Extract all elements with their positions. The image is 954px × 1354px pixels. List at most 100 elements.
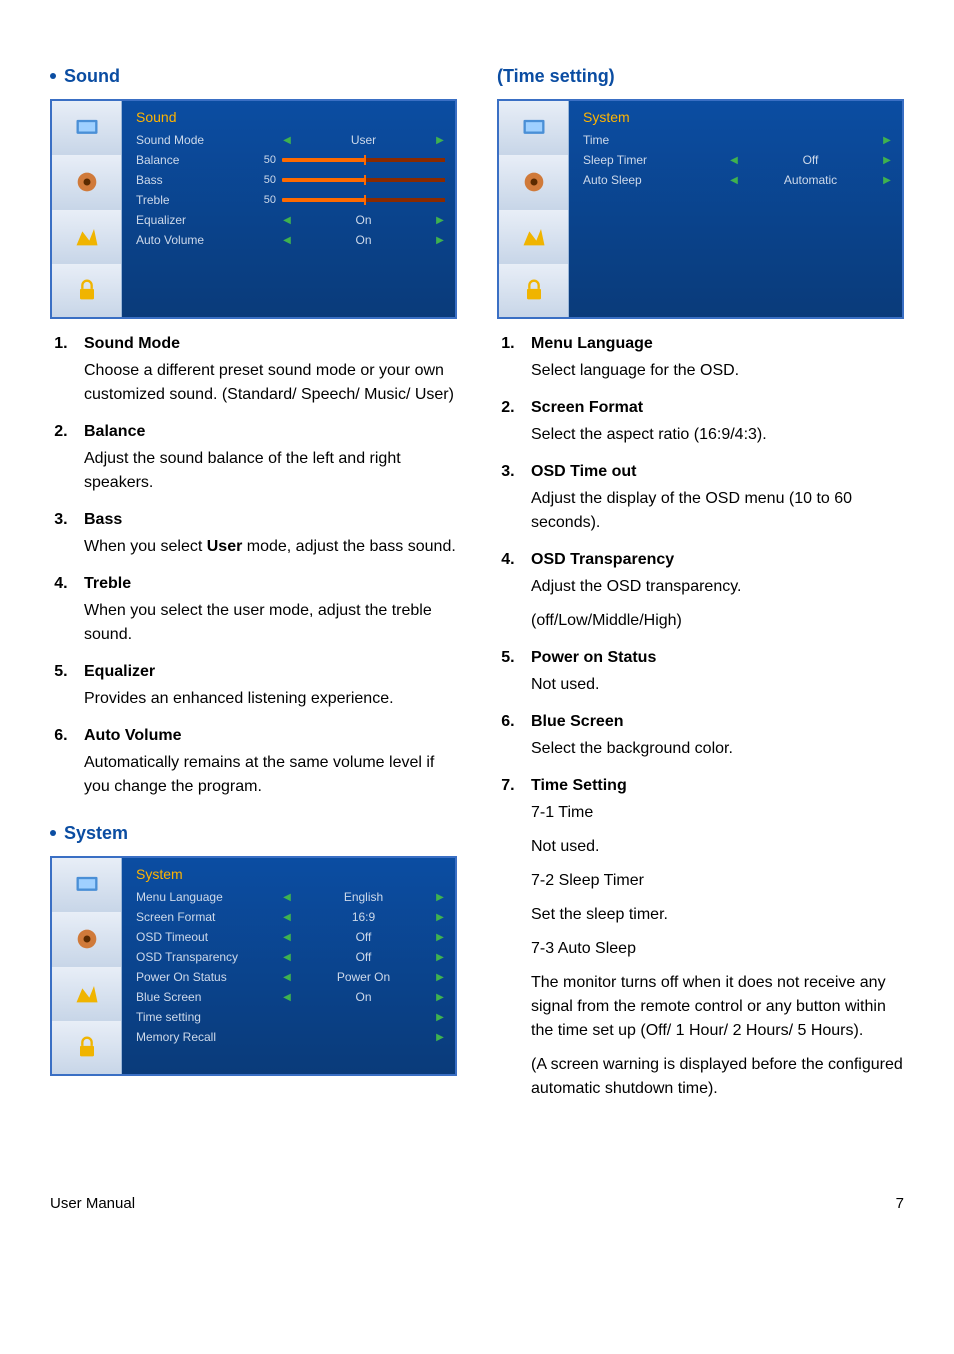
desc-item-heading: Bass bbox=[84, 511, 122, 528]
osd-slider-value: 50 bbox=[256, 154, 282, 166]
osd-system-panel: System Menu Language◀English▶Screen Form… bbox=[50, 856, 457, 1076]
osd-row: Screen Format◀16:9▶ bbox=[136, 908, 445, 926]
desc-item: Screen Format Select the aspect ratio (16… bbox=[519, 399, 904, 447]
osd-title: System bbox=[583, 109, 892, 125]
desc-item: EqualizerProvides an enhanced listening … bbox=[72, 663, 457, 711]
arrow-right-icon[interactable]: ▶ bbox=[435, 1012, 445, 1023]
subitem-label: 7-1 Time bbox=[531, 801, 904, 825]
arrow-right-icon[interactable]: ▶ bbox=[435, 215, 445, 226]
osd-row: Auto Volume ◀ On ▶ bbox=[136, 231, 445, 249]
desc-item-heading: Blue Screen bbox=[531, 713, 623, 730]
subitem-body: (A screen warning is displayed before th… bbox=[531, 1053, 904, 1101]
desc-item-body: 7-1 TimeNot used.7-2 Sleep TimerSet the … bbox=[531, 801, 904, 1101]
osd-row-value: On bbox=[298, 233, 429, 247]
desc-item: BassWhen you select User mode, adjust th… bbox=[72, 511, 457, 559]
osd-rows: Menu Language◀English▶Screen Format◀16:9… bbox=[136, 888, 445, 1046]
desc-item-heading: Auto Volume bbox=[84, 727, 181, 744]
arrow-right-icon[interactable]: ▶ bbox=[882, 135, 892, 146]
desc-item: OSD TransparencyAdjust the OSD transpare… bbox=[519, 551, 904, 633]
arrow-left-icon[interactable]: ◀ bbox=[282, 215, 292, 226]
osd-sound-panel: Sound Sound Mode◀User▶Balance50Bass50Tre… bbox=[50, 99, 457, 319]
osd-row-label: Time setting bbox=[136, 1010, 256, 1024]
osd-row-value: English bbox=[298, 890, 429, 904]
sound-description-list: Sound ModeChoose a different preset soun… bbox=[50, 335, 457, 799]
desc-item-body: Adjust the OSD transparency.(off/Low/Mid… bbox=[531, 575, 904, 633]
desc-item-heading: Treble bbox=[84, 575, 131, 592]
osd-slider-track[interactable] bbox=[282, 178, 445, 182]
osd-category-icons bbox=[52, 101, 122, 317]
sound-category-icon bbox=[499, 155, 568, 209]
desc-item-heading: Balance bbox=[84, 423, 145, 440]
osd-row-value: Automatic bbox=[745, 173, 876, 187]
sound-category-icon bbox=[52, 155, 121, 209]
arrow-left-icon[interactable]: ◀ bbox=[282, 952, 292, 963]
osd-row: Time▶ bbox=[583, 131, 892, 149]
osd-row-label: Equalizer bbox=[136, 213, 256, 227]
osd-row: Memory Recall ▶ bbox=[136, 1028, 445, 1046]
desc-item-body: Adjust the sound balance of the left and… bbox=[84, 447, 457, 495]
osd-row-value: Power On bbox=[298, 970, 429, 984]
desc-item-heading: Power on Status bbox=[531, 649, 656, 666]
desc-item-heading: Screen Format bbox=[531, 399, 643, 416]
desc-item-body: Automatically remains at the same volume… bbox=[84, 751, 457, 799]
arrow-left-icon[interactable]: ◀ bbox=[729, 175, 739, 186]
osd-row: Blue Screen◀On▶ bbox=[136, 988, 445, 1006]
subitem-label: 7-2 Sleep Timer bbox=[531, 869, 904, 893]
section-time-title: (Time setting) bbox=[497, 66, 904, 87]
arrow-right-icon[interactable]: ▶ bbox=[435, 972, 445, 983]
system-category-icon bbox=[499, 210, 568, 264]
osd-slider-track[interactable] bbox=[282, 198, 445, 202]
right-column: (Time setting) System Time▶Sleep Timer◀O… bbox=[497, 60, 904, 1125]
osd-row-value: Off bbox=[298, 930, 429, 944]
footer-page-number: 7 bbox=[896, 1195, 904, 1212]
arrow-right-icon[interactable]: ▶ bbox=[435, 135, 445, 146]
osd-row-value: Off bbox=[298, 950, 429, 964]
arrow-left-icon[interactable]: ◀ bbox=[729, 155, 739, 166]
arrow-right-icon[interactable]: ▶ bbox=[435, 932, 445, 943]
system-category-icon bbox=[52, 967, 121, 1021]
arrow-left-icon[interactable]: ◀ bbox=[282, 992, 292, 1003]
arrow-left-icon[interactable]: ◀ bbox=[282, 912, 292, 923]
osd-row: OSD Transparency◀Off▶ bbox=[136, 948, 445, 966]
desc-item: Power on StatusNot used. bbox=[519, 649, 904, 697]
osd-rows: Time▶Sleep Timer◀Off▶Auto Sleep◀Automati… bbox=[583, 131, 892, 189]
osd-row-label: Balance bbox=[136, 153, 256, 167]
system-category-icon bbox=[52, 210, 121, 264]
arrow-left-icon[interactable]: ◀ bbox=[282, 892, 292, 903]
osd-row-label: Sound Mode bbox=[136, 133, 256, 147]
arrow-right-icon[interactable]: ▶ bbox=[435, 235, 445, 246]
osd-row-label: Memory Recall bbox=[136, 1030, 256, 1044]
osd-title: Sound bbox=[136, 109, 445, 125]
desc-item-heading: Time Setting bbox=[531, 777, 627, 794]
osd-slider-track[interactable] bbox=[282, 158, 445, 162]
subitem-body: Set the sleep timer. bbox=[531, 903, 904, 927]
osd-row-label: Auto Volume bbox=[136, 233, 256, 247]
arrow-left-icon[interactable]: ◀ bbox=[282, 135, 292, 146]
desc-item-body: Adjust the display of the OSD menu (10 t… bbox=[531, 487, 904, 535]
desc-item-body: Select the aspect ratio (16:9/4:3). bbox=[531, 423, 904, 447]
desc-item-body: When you select the user mode, adjust th… bbox=[84, 599, 457, 647]
arrow-right-icon[interactable]: ▶ bbox=[435, 1032, 445, 1043]
arrow-right-icon[interactable]: ▶ bbox=[435, 992, 445, 1003]
osd-row: Treble50 bbox=[136, 191, 445, 209]
arrow-right-icon[interactable]: ▶ bbox=[435, 912, 445, 923]
arrow-left-icon[interactable]: ◀ bbox=[282, 235, 292, 246]
desc-item: OSD Time outAdjust the display of the OS… bbox=[519, 463, 904, 535]
lock-category-icon bbox=[499, 264, 568, 317]
desc-item-body: Select language for the OSD. bbox=[531, 359, 904, 383]
osd-row-value: User bbox=[298, 133, 429, 147]
desc-item-heading: Menu Language bbox=[531, 335, 653, 352]
desc-item-heading: Equalizer bbox=[84, 663, 155, 680]
osd-row: Sound Mode ◀ User ▶ bbox=[136, 131, 445, 149]
desc-item: Treble When you select the user mode, adj… bbox=[72, 575, 457, 647]
arrow-left-icon[interactable]: ◀ bbox=[282, 932, 292, 943]
picture-category-icon bbox=[52, 101, 121, 155]
arrow-left-icon[interactable]: ◀ bbox=[282, 972, 292, 983]
lock-category-icon bbox=[52, 1021, 121, 1074]
osd-row: Balance50 bbox=[136, 151, 445, 169]
arrow-right-icon[interactable]: ▶ bbox=[435, 892, 445, 903]
arrow-right-icon[interactable]: ▶ bbox=[435, 952, 445, 963]
arrow-right-icon[interactable]: ▶ bbox=[882, 175, 892, 186]
arrow-right-icon[interactable]: ▶ bbox=[882, 155, 892, 166]
osd-title: System bbox=[136, 866, 445, 882]
